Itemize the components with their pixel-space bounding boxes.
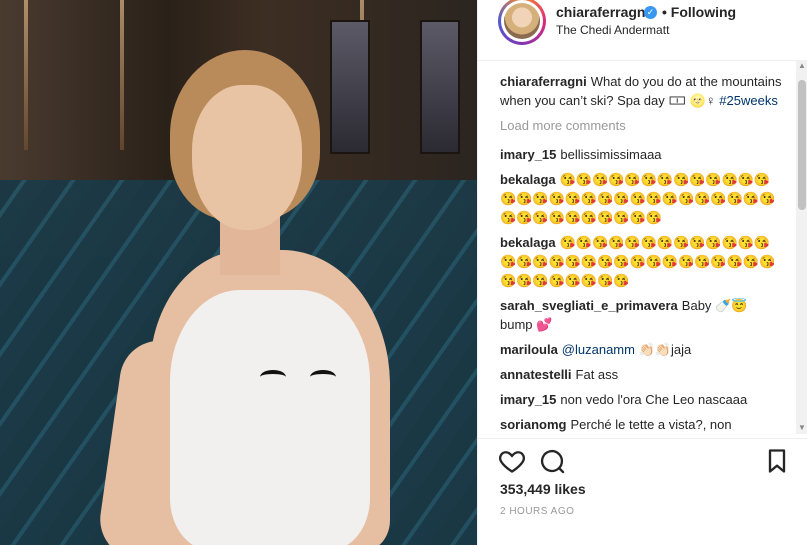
comment-item: imary_15 non vedo l'ora Che Leo nascaaa (500, 390, 782, 409)
comment-item: bekalaga 😘😘😘😘😘😘😘😘😘😘😘😘😘😘😘😘😘😘😘😘😘😘😘😘😘😘😘😘😘😘😘😘… (500, 170, 782, 227)
swimsuit-eye-graphic (310, 370, 336, 384)
comment-username[interactable]: mariloula (500, 342, 558, 357)
avatar[interactable] (498, 0, 546, 45)
comment-item: mariloula @luzanamm 👏🏻👏🏻jaja (500, 340, 782, 359)
load-more-comments-button[interactable]: Load more comments (500, 116, 782, 135)
comment-username[interactable]: sarah_svegliati_e_primavera (500, 298, 678, 313)
photo-swimsuit (170, 290, 370, 545)
comments-list[interactable]: chiaraferragni What do you do at the moun… (500, 72, 782, 434)
post-header: chiaraferragni ✓ • Following The Chedi A… (478, 0, 807, 61)
comment-text: non vedo l'ora Che Leo nascaaa (560, 392, 748, 407)
comment-text: 👏🏻👏🏻jaja (634, 342, 692, 357)
photo-person (95, 40, 470, 545)
avatar-frame (501, 0, 543, 42)
verified-badge-icon: ✓ (644, 6, 657, 19)
post-side-panel: chiaraferragni ✓ • Following The Chedi A… (477, 0, 807, 545)
post-actions (478, 438, 807, 483)
following-button[interactable]: • Following (662, 4, 736, 20)
heart-icon[interactable] (498, 447, 526, 475)
location-link[interactable]: The Chedi Andermatt (556, 23, 669, 37)
scroll-down-icon[interactable]: ▼ (796, 422, 807, 434)
instagram-post: chiaraferragni ✓ • Following The Chedi A… (0, 0, 807, 545)
scrollbar-thumb[interactable] (798, 80, 806, 210)
bookmark-icon[interactable] (763, 447, 791, 475)
comment-username[interactable]: imary_15 (500, 392, 556, 407)
comments-scrollbar[interactable]: ▲ ▼ (796, 60, 807, 434)
comment-item: bekalaga 😘😘😘😘😘😘😘😘😘😘😘😘😘😘😘😘😘😘😘😘😘😘😘😘😘😘😘😘😘😘😘😘… (500, 233, 782, 290)
photo-face (192, 85, 302, 230)
likes-count[interactable]: 353,449 likes (500, 481, 586, 497)
comment-username[interactable]: bekalaga (500, 172, 556, 187)
comment-username[interactable]: imary_15 (500, 147, 556, 162)
photo-light (24, 0, 28, 150)
swimsuit-eye-graphic (260, 370, 286, 384)
comment-text: Fat ass (575, 367, 619, 382)
comment-text: Perché le tette a vista?, non (570, 417, 732, 432)
comment-item: sorianomg Perché le tette a vista?, non (500, 415, 782, 434)
comment-text: bellissimissimaaa (560, 147, 662, 162)
caption: chiaraferragni What do you do at the moun… (500, 72, 782, 110)
comment-mention[interactable]: @luzanamm (562, 342, 635, 357)
header-username[interactable]: chiaraferragni (556, 4, 649, 20)
post-timestamp[interactable]: 2 HOURS AGO (500, 506, 574, 517)
comment-icon[interactable] (538, 447, 566, 475)
scroll-up-icon[interactable]: ▲ (796, 60, 807, 72)
comment-item: annatestelli Fat ass (500, 365, 782, 384)
caption-username[interactable]: chiaraferragni (500, 74, 587, 89)
comment-username[interactable]: bekalaga (500, 235, 556, 250)
comment-item: sarah_svegliati_e_primavera Baby 🍼😇 bump … (500, 296, 782, 334)
avatar-image (504, 3, 540, 39)
post-photo[interactable] (0, 0, 477, 545)
comment-username[interactable]: annatestelli (500, 367, 572, 382)
caption-hashtag[interactable]: #25weeks (719, 93, 778, 108)
comment-username[interactable]: sorianomg (500, 417, 566, 432)
comment-item: imary_15 bellissimissimaaa (500, 145, 782, 164)
